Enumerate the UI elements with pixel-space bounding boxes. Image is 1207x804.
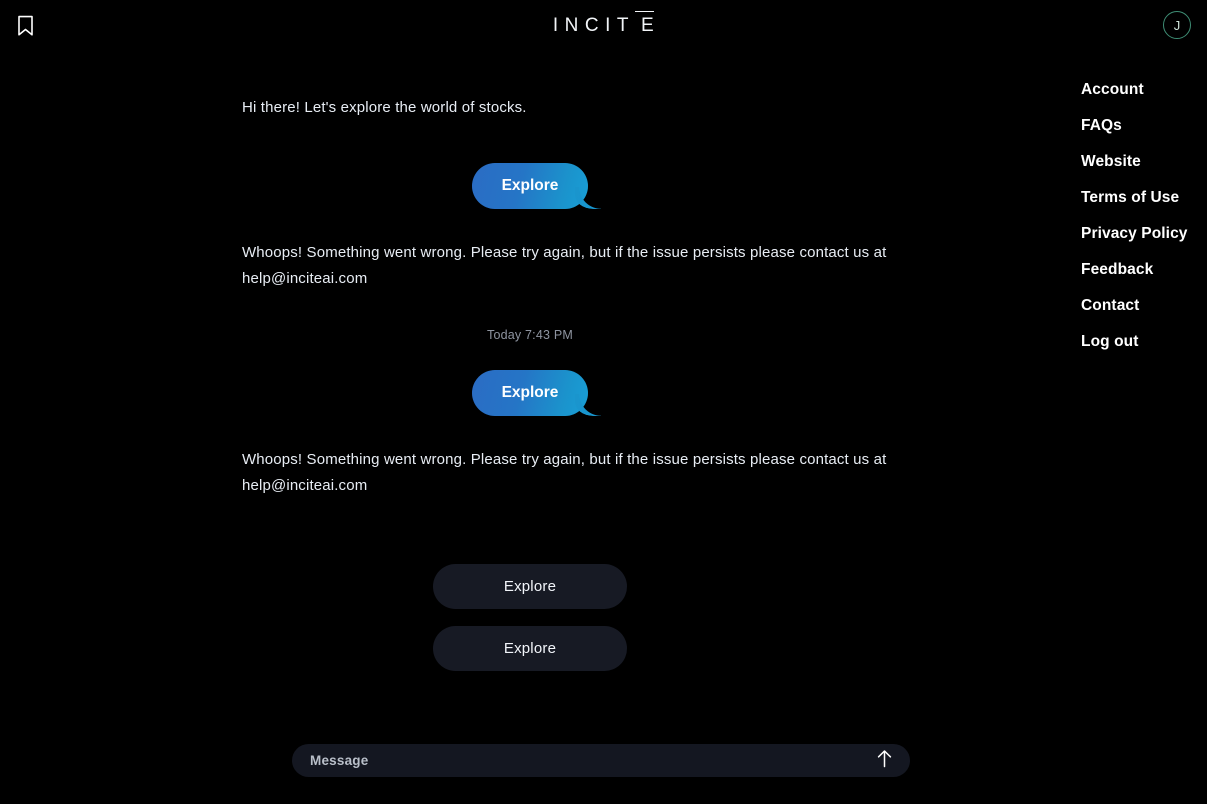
- right-menu: Account FAQs Website Terms of Use Privac…: [1081, 72, 1207, 360]
- error-message-two: Whoops! Something went wrong. Please try…: [242, 451, 887, 494]
- menu-item-contact[interactable]: Contact: [1081, 288, 1207, 324]
- menu-item-faqs[interactable]: FAQs: [1081, 108, 1207, 144]
- greeting-message: Hi there! Let's explore the world of sto…: [242, 99, 527, 116]
- arrow-up-icon: [876, 749, 893, 773]
- explore-button-two[interactable]: Explore: [433, 626, 627, 671]
- chat-bubble-explore-two[interactable]: Explore: [471, 370, 589, 416]
- avatar[interactable]: J: [1163, 11, 1191, 39]
- menu-item-website[interactable]: Website: [1081, 144, 1207, 180]
- explore-button-one-label: Explore: [503, 578, 557, 595]
- error-message-one: Whoops! Something went wrong. Please try…: [242, 244, 887, 287]
- menu-item-log-out[interactable]: Log out: [1081, 324, 1207, 360]
- explore-button-two-label: Explore: [503, 640, 557, 657]
- explore-button-two-row: Explore: [0, 626, 1060, 671]
- chat-bubble-two-row: Explore: [0, 370, 1060, 416]
- conversation: Hi there! Let's explore the world of sto…: [0, 0, 1060, 804]
- chat-bubble-one-label: Explore: [501, 177, 559, 194]
- menu-item-terms-of-use[interactable]: Terms of Use: [1081, 180, 1207, 216]
- explore-button-one-row: Explore: [0, 564, 1060, 609]
- chat-bubble-one-row: Explore: [0, 163, 1060, 209]
- message-timestamp: Today 7:43 PM: [487, 328, 573, 342]
- menu-item-account[interactable]: Account: [1081, 72, 1207, 108]
- menu-item-privacy-policy[interactable]: Privacy Policy: [1081, 216, 1207, 252]
- chat-bubble-explore-one[interactable]: Explore: [471, 163, 589, 209]
- message-composer[interactable]: [292, 744, 910, 777]
- send-button[interactable]: [872, 749, 896, 773]
- chat-bubble-two-label: Explore: [501, 384, 559, 401]
- menu-item-feedback[interactable]: Feedback: [1081, 252, 1207, 288]
- avatar-initial: J: [1173, 17, 1181, 33]
- explore-button-one[interactable]: Explore: [433, 564, 627, 609]
- message-input[interactable]: [310, 753, 872, 768]
